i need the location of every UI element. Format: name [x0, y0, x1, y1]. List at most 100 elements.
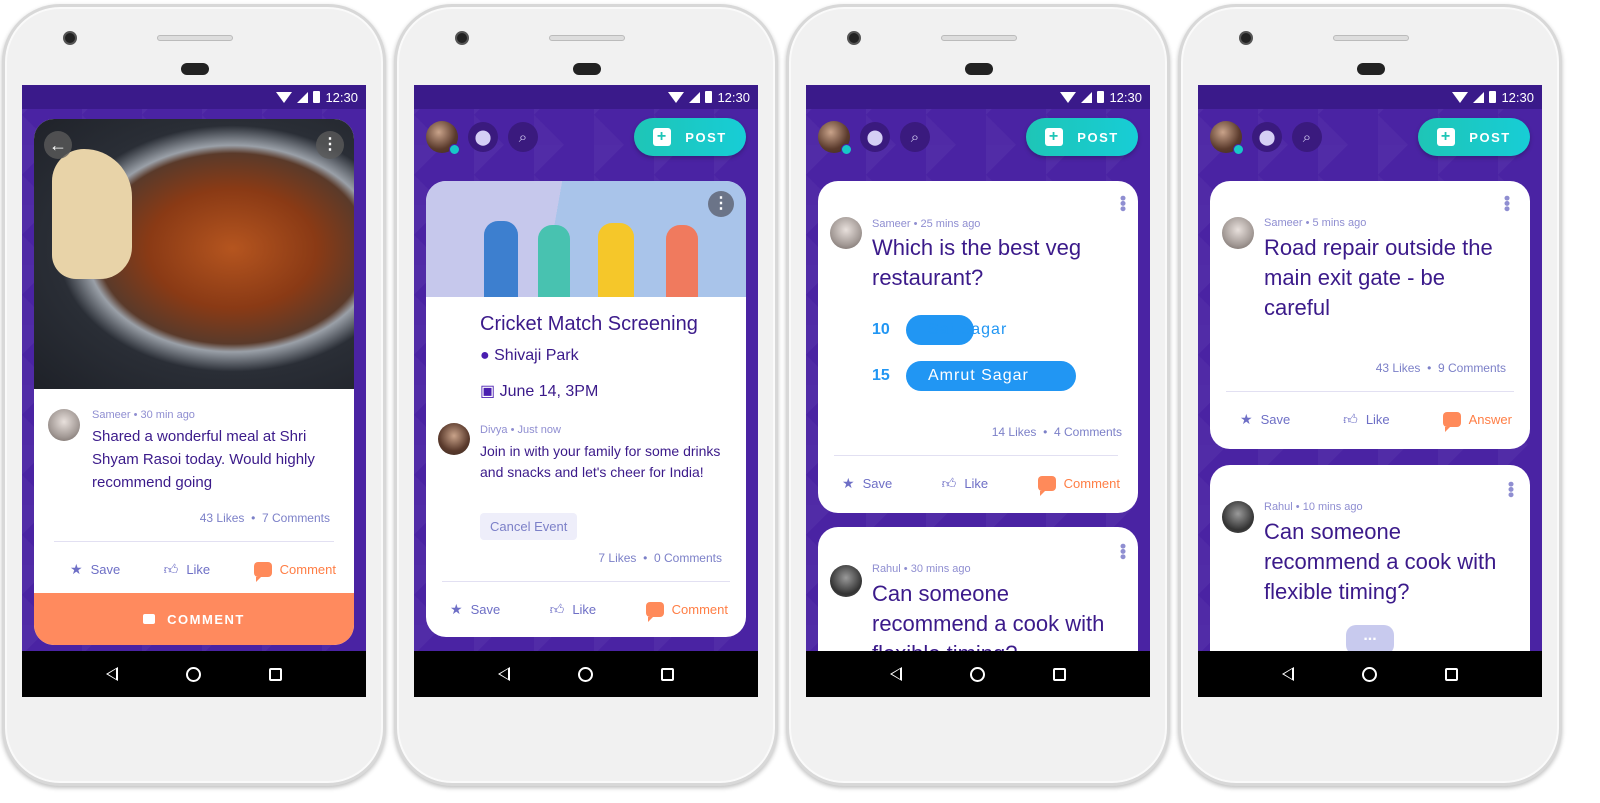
comment-label: Comment	[671, 602, 728, 617]
comment-icon	[1037, 476, 1056, 496]
comment-button[interactable]: Comment	[1037, 475, 1120, 496]
phone-3: 12:30 ⬤ ⌕ + POST ••• Sameer • 25 mins ago…	[786, 4, 1170, 786]
comment-icon	[253, 562, 272, 582]
nav-back-icon[interactable]	[106, 667, 118, 681]
comments-count[interactable]: 0 Comments	[654, 551, 722, 565]
likes-count[interactable]: 43 Likes	[1376, 361, 1421, 375]
location-button[interactable]: ⬤	[1252, 122, 1282, 152]
poll-option[interactable]: 15 Amrut Sagar	[872, 361, 1076, 391]
author-name: Rahul	[1264, 501, 1293, 513]
nav-back-icon[interactable]	[498, 667, 510, 681]
profile-avatar[interactable]	[1210, 121, 1244, 155]
search-button[interactable]: ⌕	[900, 122, 930, 152]
more-button[interactable]: ⋮	[316, 131, 344, 159]
profile-avatar[interactable]	[426, 121, 460, 155]
nav-home-icon[interactable]	[578, 666, 593, 682]
nav-home-icon[interactable]	[186, 666, 201, 682]
post-button[interactable]: + POST	[634, 118, 746, 156]
poll-bar: Sai Sagar	[906, 315, 1076, 345]
system-nav-bar	[1198, 651, 1542, 697]
date-text: June 14, 3PM	[499, 383, 599, 400]
save-button[interactable]: ★ Save	[70, 561, 120, 578]
screen: 12:30 ⬤ ⌕ + POST ⋮ Cricket Match Screenin…	[414, 85, 758, 697]
more-vert-icon[interactable]: •••	[1497, 195, 1517, 211]
event-illustration: ⋮	[426, 181, 746, 297]
author-avatar	[830, 217, 862, 249]
battery-icon	[1489, 91, 1497, 103]
person-figure	[598, 223, 634, 297]
likes-count[interactable]: 14 Likes	[992, 425, 1037, 439]
likes-count[interactable]: 7 Likes	[598, 551, 636, 565]
post-stats: 7 Likes • 0 Comments	[598, 551, 722, 565]
battery-icon	[1097, 91, 1105, 103]
comments-count[interactable]: 9 Comments	[1438, 361, 1506, 375]
like-button[interactable]: 👍︎ Like	[942, 475, 989, 492]
phone-2: 12:30 ⬤ ⌕ + POST ⋮ Cricket Match Screenin…	[394, 4, 778, 786]
location-button[interactable]: ⬤	[860, 122, 890, 152]
like-button[interactable]: 👍︎ Like	[164, 561, 211, 578]
location-button[interactable]: ⬤	[468, 122, 498, 152]
search-icon: ⌕	[1302, 128, 1312, 146]
post-button[interactable]: + POST	[1026, 118, 1138, 156]
more-vert-icon[interactable]: •••	[1113, 195, 1133, 211]
star-icon: ★	[842, 475, 855, 491]
search-button[interactable]: ⌕	[1292, 122, 1322, 152]
more-button[interactable]: ⋮	[708, 191, 734, 217]
comment-cta-label: COMMENT	[167, 611, 245, 627]
speaker	[1333, 35, 1409, 41]
naan-bread	[52, 149, 132, 279]
save-button[interactable]: ★ Save	[842, 475, 892, 492]
speaker	[941, 35, 1017, 41]
speaker	[157, 35, 233, 41]
divider	[442, 581, 730, 582]
nav-home-icon[interactable]	[970, 666, 985, 682]
sensor	[573, 63, 601, 75]
nav-back-icon[interactable]	[1282, 667, 1294, 681]
nav-recents-icon[interactable]	[661, 667, 674, 681]
likes-count[interactable]: 43 Likes	[200, 511, 245, 525]
front-camera	[63, 31, 77, 45]
comments-count[interactable]: 4 Comments	[1054, 425, 1122, 439]
location-pin-icon: ●	[480, 347, 490, 364]
signal-icon	[297, 91, 309, 103]
nav-recents-icon[interactable]	[269, 667, 282, 681]
more-vert-icon[interactable]: •••	[1501, 481, 1521, 497]
save-label: Save	[470, 602, 501, 617]
nav-back-icon[interactable]	[890, 667, 902, 681]
poll-option[interactable]: 10 Sai Sagar	[872, 315, 1076, 345]
comment-button[interactable]: Comment	[253, 561, 336, 582]
save-button[interactable]: ★ Save	[1240, 411, 1290, 428]
comment-cta-button[interactable]: COMMENT	[34, 593, 354, 645]
phone-4: 12:30 ⬤ ⌕ + POST ••• Sameer • 5 mins ago …	[1178, 4, 1562, 786]
comments-count[interactable]: 7 Comments	[262, 511, 330, 525]
calendar-icon: ▣	[480, 383, 496, 400]
top-bar: ⬤ ⌕ + POST	[806, 109, 1150, 165]
more-vert-icon[interactable]: •••	[1113, 543, 1133, 559]
location-pin-icon: ⬤	[866, 129, 884, 146]
event-location: ● Shivaji Park	[480, 347, 579, 365]
divider	[834, 455, 1118, 456]
status-bar: 12:30	[414, 85, 758, 109]
profile-avatar[interactable]	[818, 121, 852, 155]
post-time: 30 mins ago	[910, 563, 971, 575]
add-icon: +	[1045, 128, 1064, 146]
post-actions: ★ Save 👍︎ Like Comment	[818, 475, 1138, 496]
back-button[interactable]: ←	[44, 131, 72, 159]
save-button[interactable]: ★ Save	[450, 601, 500, 618]
wifi-icon	[276, 91, 293, 103]
food-post-card: ← ⋮ Sameer • 30 min ago Shared a wonderf…	[34, 119, 354, 645]
nav-recents-icon[interactable]	[1053, 667, 1066, 681]
post-label: POST	[1469, 129, 1511, 145]
cancel-event-button[interactable]: Cancel Event	[480, 513, 578, 540]
thumb-up-icon: 👍︎	[941, 475, 957, 491]
like-button[interactable]: 👍︎ Like	[550, 601, 597, 618]
comment-button[interactable]: Comment	[645, 601, 728, 622]
answer-button[interactable]: Answer	[1442, 411, 1512, 432]
search-button[interactable]: ⌕	[508, 122, 538, 152]
nav-recents-icon[interactable]	[1445, 667, 1458, 681]
nav-home-icon[interactable]	[1362, 666, 1377, 682]
post-button[interactable]: + POST	[1418, 118, 1530, 156]
arrow-left-icon: ←	[49, 135, 67, 155]
like-button[interactable]: 👍︎ Like	[1343, 411, 1390, 428]
option-label: Sai Sagar	[928, 321, 1008, 338]
